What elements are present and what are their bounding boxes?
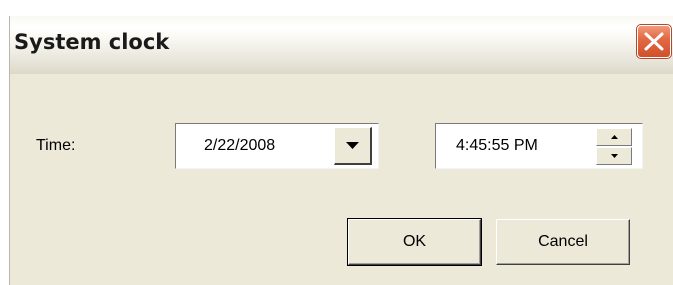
cancel-button[interactable]: Cancel: [496, 219, 630, 265]
system-clock-dialog: System clock Time: 2/22/2008 4:45:55 PM: [9, 16, 673, 285]
date-value[interactable]: 2/22/2008: [204, 137, 275, 155]
chevron-down-icon: [346, 142, 359, 149]
date-dropdown-button[interactable]: [334, 127, 372, 165]
ok-button[interactable]: OK: [347, 218, 482, 266]
arrow-down-icon: [611, 154, 618, 158]
arrow-up-icon: [611, 135, 618, 139]
time-label: Time:: [36, 137, 76, 154]
title-bar[interactable]: System clock: [10, 16, 673, 74]
time-value[interactable]: 4:45:55 PM: [456, 137, 538, 155]
time-picker[interactable]: 4:45:55 PM: [435, 123, 643, 169]
window-title: System clock: [14, 30, 170, 54]
date-picker[interactable]: 2/22/2008: [175, 123, 379, 169]
close-icon: [644, 32, 664, 51]
time-decrement-button[interactable]: [596, 147, 632, 165]
time-increment-button[interactable]: [596, 128, 632, 146]
close-button[interactable]: [636, 24, 672, 59]
